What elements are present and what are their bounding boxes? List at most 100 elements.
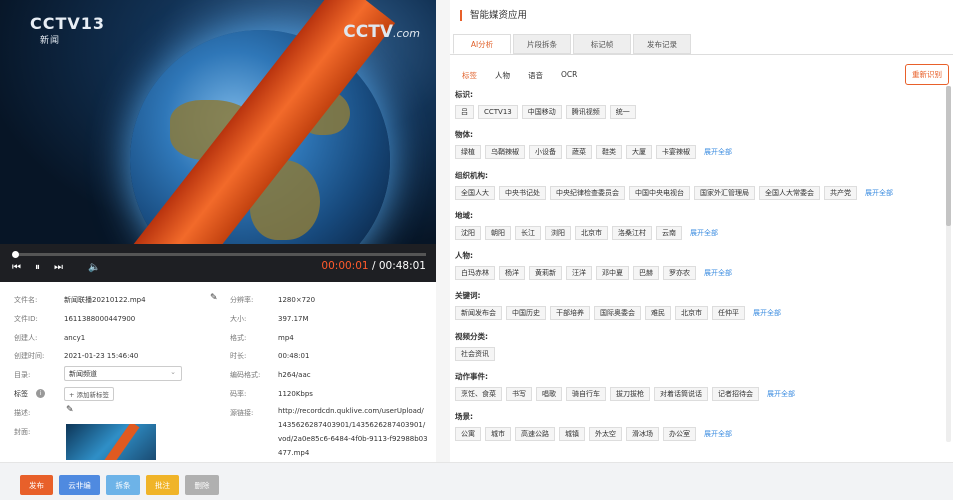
tag-chip[interactable]: 高速公路: [515, 427, 555, 441]
tag-chip[interactable]: 大厦: [626, 145, 652, 159]
tag-chip[interactable]: 全国人大常委会: [759, 186, 820, 200]
tab-mark-frame[interactable]: 标记帧: [573, 34, 631, 54]
tag-chip[interactable]: CCTV13: [478, 105, 518, 119]
tag-chip[interactable]: 绿植: [455, 145, 481, 159]
tag-chip[interactable]: 烹饪、食菜: [455, 387, 502, 401]
tag-chip[interactable]: 汪洋: [566, 266, 592, 280]
tag-chip[interactable]: 中央书记处: [499, 186, 546, 200]
publish-button[interactable]: 发布: [20, 475, 53, 495]
tag-chip[interactable]: 北京市: [675, 306, 708, 320]
tag-chip[interactable]: 蔬菜: [566, 145, 592, 159]
tab-segment-split[interactable]: 片段拆条: [513, 34, 571, 54]
tag-chip[interactable]: 乌鞘辣椒: [485, 145, 525, 159]
pause-icon[interactable]: ⏸: [35, 262, 40, 273]
subtab-ocr[interactable]: OCR: [561, 70, 577, 81]
prev-icon[interactable]: ⏮: [12, 262, 21, 273]
edit-name-icon[interactable]: ✎: [210, 293, 218, 303]
delete-button[interactable]: 删除: [185, 475, 219, 495]
annotate-button[interactable]: 批注: [146, 475, 179, 495]
tag-chip[interactable]: 罗亦农: [663, 266, 696, 280]
subtab-speech[interactable]: 语音: [528, 70, 543, 81]
scrollbar[interactable]: [946, 86, 951, 442]
tag-chip[interactable]: 中国移动: [521, 105, 562, 119]
tag-chip[interactable]: 公寓: [455, 427, 481, 441]
tag-chip[interactable]: 卡宴辣椒: [656, 145, 696, 159]
tag-chip[interactable]: 国际奥委会: [594, 306, 641, 320]
cover-thumbnail[interactable]: [66, 424, 156, 460]
tag-chip[interactable]: 书写: [506, 387, 532, 401]
source-url[interactable]: http://recordcdn.quklive.com/userUpload/…: [278, 404, 428, 460]
tag-chip[interactable]: 干部培养: [550, 306, 590, 320]
cloud-edit-button[interactable]: 云非编: [59, 475, 100, 495]
tag-chip[interactable]: 云南: [656, 226, 682, 240]
tag-chip[interactable]: 记者招待会: [712, 387, 759, 401]
expand-all-link[interactable]: 展开全部: [704, 147, 732, 157]
tag-chip[interactable]: 中国历史: [506, 306, 546, 320]
progress-bar[interactable]: [14, 253, 426, 256]
tag-chip[interactable]: 唱歌: [536, 387, 562, 401]
tag-chip[interactable]: 新闻发布会: [455, 306, 502, 320]
next-icon[interactable]: ⏭: [54, 262, 63, 273]
tag-chip[interactable]: 小设备: [529, 145, 562, 159]
tag-chip[interactable]: 国家外汇管理局: [694, 186, 755, 200]
expand-all-link[interactable]: 展开全部: [753, 308, 781, 318]
tab-ai-analysis[interactable]: AI分析: [453, 34, 511, 54]
subtab-people[interactable]: 人物: [495, 70, 510, 81]
tag-chip[interactable]: 中国中央电视台: [629, 186, 690, 200]
tag-chip[interactable]: 滑冰场: [626, 427, 659, 441]
tag-chip[interactable]: 社会资讯: [455, 347, 495, 361]
expand-all-link[interactable]: 展开全部: [704, 429, 732, 439]
tag-chip[interactable]: 巴赫: [633, 266, 659, 280]
tag-chip[interactable]: 鞋类: [596, 145, 622, 159]
tag-chip[interactable]: 统一: [609, 105, 636, 119]
edit-description-icon[interactable]: ✎: [66, 405, 74, 415]
created-time: 2021-01-23 15:46:40: [64, 352, 139, 360]
tag-chip[interactable]: 邓中夏: [596, 266, 629, 280]
volume-icon[interactable]: 🔈: [88, 262, 100, 273]
tag-section: 关键词: 新闻发布会 中国历史 干部培养 国际奥委会 难民 北京市 任仲平 展开全部: [455, 291, 943, 320]
section-title: 场景:: [455, 412, 473, 421]
tag-chip[interactable]: 外太空: [589, 427, 622, 441]
rerun-recognition-button[interactable]: 重新识别: [905, 64, 949, 85]
tag-chip[interactable]: 中央纪律检查委员会: [550, 186, 625, 200]
scrollbar-thumb[interactable]: [946, 86, 951, 226]
add-tag-button[interactable]: + 添加新标签: [64, 387, 115, 401]
tag-chip[interactable]: 浏阳: [545, 226, 571, 240]
tag-chip[interactable]: 任仲平: [712, 306, 745, 320]
video-player[interactable]: CCTV13 新闻 CCTV.com: [0, 0, 436, 244]
progress-handle[interactable]: [12, 251, 19, 258]
tag-chip[interactable]: 朝阳: [485, 226, 511, 240]
tag-chip[interactable]: 共产党: [824, 186, 857, 200]
directory-select[interactable]: 新闻频道 ⌄: [64, 366, 182, 381]
tag-chip[interactable]: 拔刀拔枪: [610, 387, 650, 401]
expand-all-link[interactable]: 展开全部: [704, 268, 732, 278]
tag-chip[interactable]: 杨洋: [499, 266, 525, 280]
subtab-tags[interactable]: 标签: [462, 70, 477, 81]
tag-chip[interactable]: 对着话筒说话: [654, 387, 708, 401]
cover-label: 封面:: [14, 428, 31, 436]
source-label: 源链接:: [230, 409, 254, 417]
tag-chip[interactable]: 难民: [645, 306, 671, 320]
tag-chip[interactable]: 洛桑江村: [612, 226, 652, 240]
cctv-com-logo: CCTV.com: [343, 22, 420, 42]
tab-publish-records[interactable]: 发布记录: [633, 34, 691, 54]
tag-chip[interactable]: 北京市: [575, 226, 608, 240]
chip-list: 吕 CCTV13 中国移动 腾讯视频 统一: [455, 105, 943, 119]
tag-chip[interactable]: 城市: [485, 427, 511, 441]
tag-chip[interactable]: 长江: [515, 226, 541, 240]
section-title: 地域:: [455, 211, 473, 220]
tag-chip[interactable]: 白玛赤林: [455, 266, 495, 280]
tag-chip[interactable]: 腾讯视频: [565, 105, 606, 119]
tag-chip[interactable]: 全国人大: [455, 186, 495, 200]
expand-all-link[interactable]: 展开全部: [865, 188, 893, 198]
expand-all-link[interactable]: 展开全部: [690, 228, 718, 238]
info-icon[interactable]: i: [36, 389, 45, 398]
split-button[interactable]: 拆条: [106, 475, 140, 495]
tag-chip[interactable]: 骑自行车: [566, 387, 606, 401]
tag-chip[interactable]: 黄莉新: [529, 266, 562, 280]
tag-chip[interactable]: 沈阳: [455, 226, 481, 240]
tag-chip[interactable]: 城镇: [559, 427, 585, 441]
tag-chip[interactable]: 吕: [455, 105, 474, 119]
tag-chip[interactable]: 办公室: [663, 427, 696, 441]
expand-all-link[interactable]: 展开全部: [767, 389, 795, 399]
